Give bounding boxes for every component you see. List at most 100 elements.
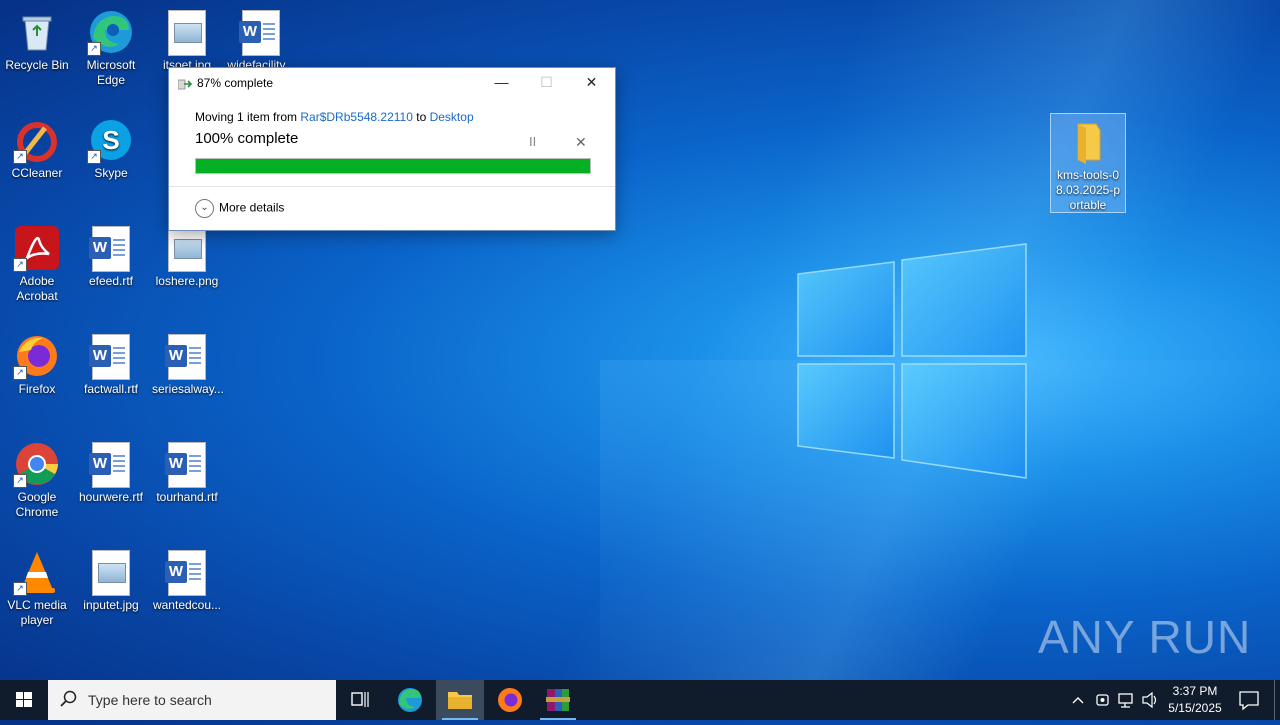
desktop-icon-label: Recycle Bin <box>5 58 69 72</box>
svg-text:S: S <box>102 125 119 155</box>
dialog-title: 87% complete <box>197 76 274 90</box>
word-document-icon: W <box>89 442 133 488</box>
desktop-icon-ccleaner[interactable]: ↗ CCleaner <box>0 112 74 181</box>
show-hidden-icons-button[interactable] <box>1068 680 1088 720</box>
taskbar-firefox[interactable] <box>486 680 534 720</box>
desktop-icon-firefox[interactable]: ↗ Firefox <box>0 328 74 397</box>
desktop-icon-label: kms-tools-08.03.2025-portable <box>1055 168 1121 212</box>
desktop-icon-efeed-rtf[interactable]: W efeed.rtf <box>74 220 148 289</box>
desktop-icon-widefacility[interactable]: W widefacility... <box>224 4 298 73</box>
desktop-icon-vlc[interactable]: ↗ VLC media player <box>0 544 74 628</box>
moving-description: Moving 1 item from Rar$DRb5548.22110 to … <box>195 110 591 124</box>
network-tray[interactable] <box>1116 680 1136 720</box>
vlc-icon: ↗ <box>13 550 59 596</box>
desktop-icon-seriesalway[interactable]: W seriesalway... <box>150 328 224 397</box>
taskbar-winrar[interactable] <box>534 680 582 720</box>
image-file-icon <box>165 10 209 56</box>
word-document-icon: W <box>165 550 209 596</box>
taskbar: Type here to search 3:37 PM 5/15/2025 <box>0 680 1280 720</box>
desktop-icon-hourwere-rtf[interactable]: W hourwere.rtf <box>74 436 148 505</box>
edge-icon <box>398 688 422 712</box>
more-details-toggle[interactable]: ⌄ More details <box>195 199 284 218</box>
dialog-body: Moving 1 item from Rar$DRb5548.22110 to … <box>195 110 591 174</box>
desktop-icon-label: wantedcou... <box>152 598 222 612</box>
windows-wallpaper-logo <box>797 243 1027 479</box>
desktop-icon-inputet-jpg[interactable]: inputet.jpg <box>74 544 148 613</box>
notification-icon <box>1239 691 1259 711</box>
close-button[interactable]: ✕ <box>569 68 614 97</box>
file-move-icon <box>177 77 193 90</box>
minimize-button[interactable]: — <box>479 68 524 97</box>
word-document-icon: W <box>165 334 209 380</box>
file-operation-dialog[interactable]: 87% complete — ☐ ✕ Moving 1 item from Ra… <box>168 67 616 231</box>
taskbar-edge[interactable] <box>386 680 434 720</box>
progress-bar <box>195 158 591 174</box>
shortcut-arrow-icon: ↗ <box>87 42 101 56</box>
pause-button[interactable]: II <box>529 134 536 149</box>
action-center-button[interactable] <box>1234 680 1264 720</box>
taskbar-file-explorer[interactable] <box>436 680 484 720</box>
desktop-icon-factwall-rtf[interactable]: W factwall.rtf <box>74 328 148 397</box>
desktop-icon-label: efeed.rtf <box>88 274 134 288</box>
desktop-icon-skype[interactable]: S ↗ Skype <box>74 112 148 181</box>
cancel-button[interactable]: ✕ <box>575 134 587 151</box>
dialog-divider <box>169 186 615 187</box>
image-file-icon <box>165 226 209 272</box>
desktop-icon-wantedcou[interactable]: W wantedcou... <box>150 544 224 613</box>
more-details-label: More details <box>219 200 285 215</box>
show-desktop-button[interactable] <box>1274 680 1280 720</box>
task-view-icon <box>351 692 369 707</box>
progress-bar-fill <box>196 159 590 173</box>
desktop-icon-recycle-bin[interactable]: Recycle Bin <box>0 4 74 73</box>
desktop-icon-label: Microsoft Edge <box>86 58 136 87</box>
start-button[interactable] <box>0 680 48 720</box>
meet-now-tray[interactable] <box>1094 680 1112 720</box>
desktop-icon-label: Firefox <box>18 382 56 396</box>
desktop-icon-label: Google Chrome <box>15 490 59 519</box>
word-document-icon: W <box>89 334 133 380</box>
desktop-icon-label: inputet.jpg <box>83 598 139 612</box>
desktop-icon-label: seriesalway... <box>152 382 224 396</box>
desktop-icon-itsoet-jpg[interactable]: itsoet.jpg <box>150 4 224 73</box>
folder-icon <box>448 692 472 709</box>
word-document-icon: W <box>89 226 133 272</box>
task-view-button[interactable] <box>336 680 384 720</box>
desktop-icon-label: Adobe Acrobat <box>16 274 58 303</box>
desktop-icon-tourhand-rtf[interactable]: W tourhand.rtf <box>150 436 224 505</box>
shortcut-arrow-icon: ↗ <box>13 366 27 380</box>
desktop-icon-label: Skype <box>94 166 128 180</box>
firefox-icon <box>498 688 522 712</box>
network-icon <box>1118 693 1133 708</box>
volume-tray[interactable] <box>1140 680 1160 720</box>
camera-icon <box>1096 694 1109 706</box>
desktop-icon-label: CCleaner <box>11 166 63 180</box>
moving-prefix: Moving 1 item from <box>195 110 301 124</box>
taskbar-search-box[interactable]: Type here to search <box>48 680 336 720</box>
desktop-icon-microsoft-edge[interactable]: ↗ Microsoft Edge <box>74 4 148 88</box>
shortcut-arrow-icon: ↗ <box>87 150 101 164</box>
edge-icon: ↗ <box>87 10 133 56</box>
source-folder-link[interactable]: Rar$DRb5548.22110 <box>300 110 413 124</box>
recycle-bin-icon <box>15 10 59 54</box>
desktop-icon-adobe-acrobat[interactable]: ↗ Adobe Acrobat <box>0 220 74 304</box>
search-placeholder: Type here to search <box>88 692 212 708</box>
windows-start-icon <box>16 692 32 707</box>
shortcut-arrow-icon: ↗ <box>13 582 27 596</box>
chevron-down-icon: ⌄ <box>195 199 214 218</box>
shortcut-arrow-icon: ↗ <box>13 258 27 272</box>
shortcut-arrow-icon: ↗ <box>13 474 27 488</box>
dialog-titlebar[interactable]: 87% complete — ☐ ✕ <box>169 68 615 97</box>
desktop-icon-kms-tools-folder[interactable]: kms-tools-08.03.2025-portable <box>1050 113 1126 213</box>
adobe-acrobat-icon: ↗ <box>13 226 59 272</box>
chevron-up-icon <box>1072 697 1084 704</box>
desktop-icon-google-chrome[interactable]: ↗ Google Chrome <box>0 436 74 520</box>
watermark-logo: ANY RUN <box>1038 611 1252 663</box>
shortcut-arrow-icon: ↗ <box>13 150 27 164</box>
destination-folder-link[interactable]: Desktop <box>430 110 474 124</box>
search-icon <box>60 690 78 708</box>
chrome-icon: ↗ <box>13 442 59 488</box>
desktop-icon-label: factwall.rtf <box>83 382 138 396</box>
ccleaner-icon: ↗ <box>13 118 59 164</box>
taskbar-clock[interactable]: 3:37 PM 5/15/2025 <box>1160 683 1230 717</box>
desktop-icon-label: tourhand.rtf <box>156 490 218 504</box>
